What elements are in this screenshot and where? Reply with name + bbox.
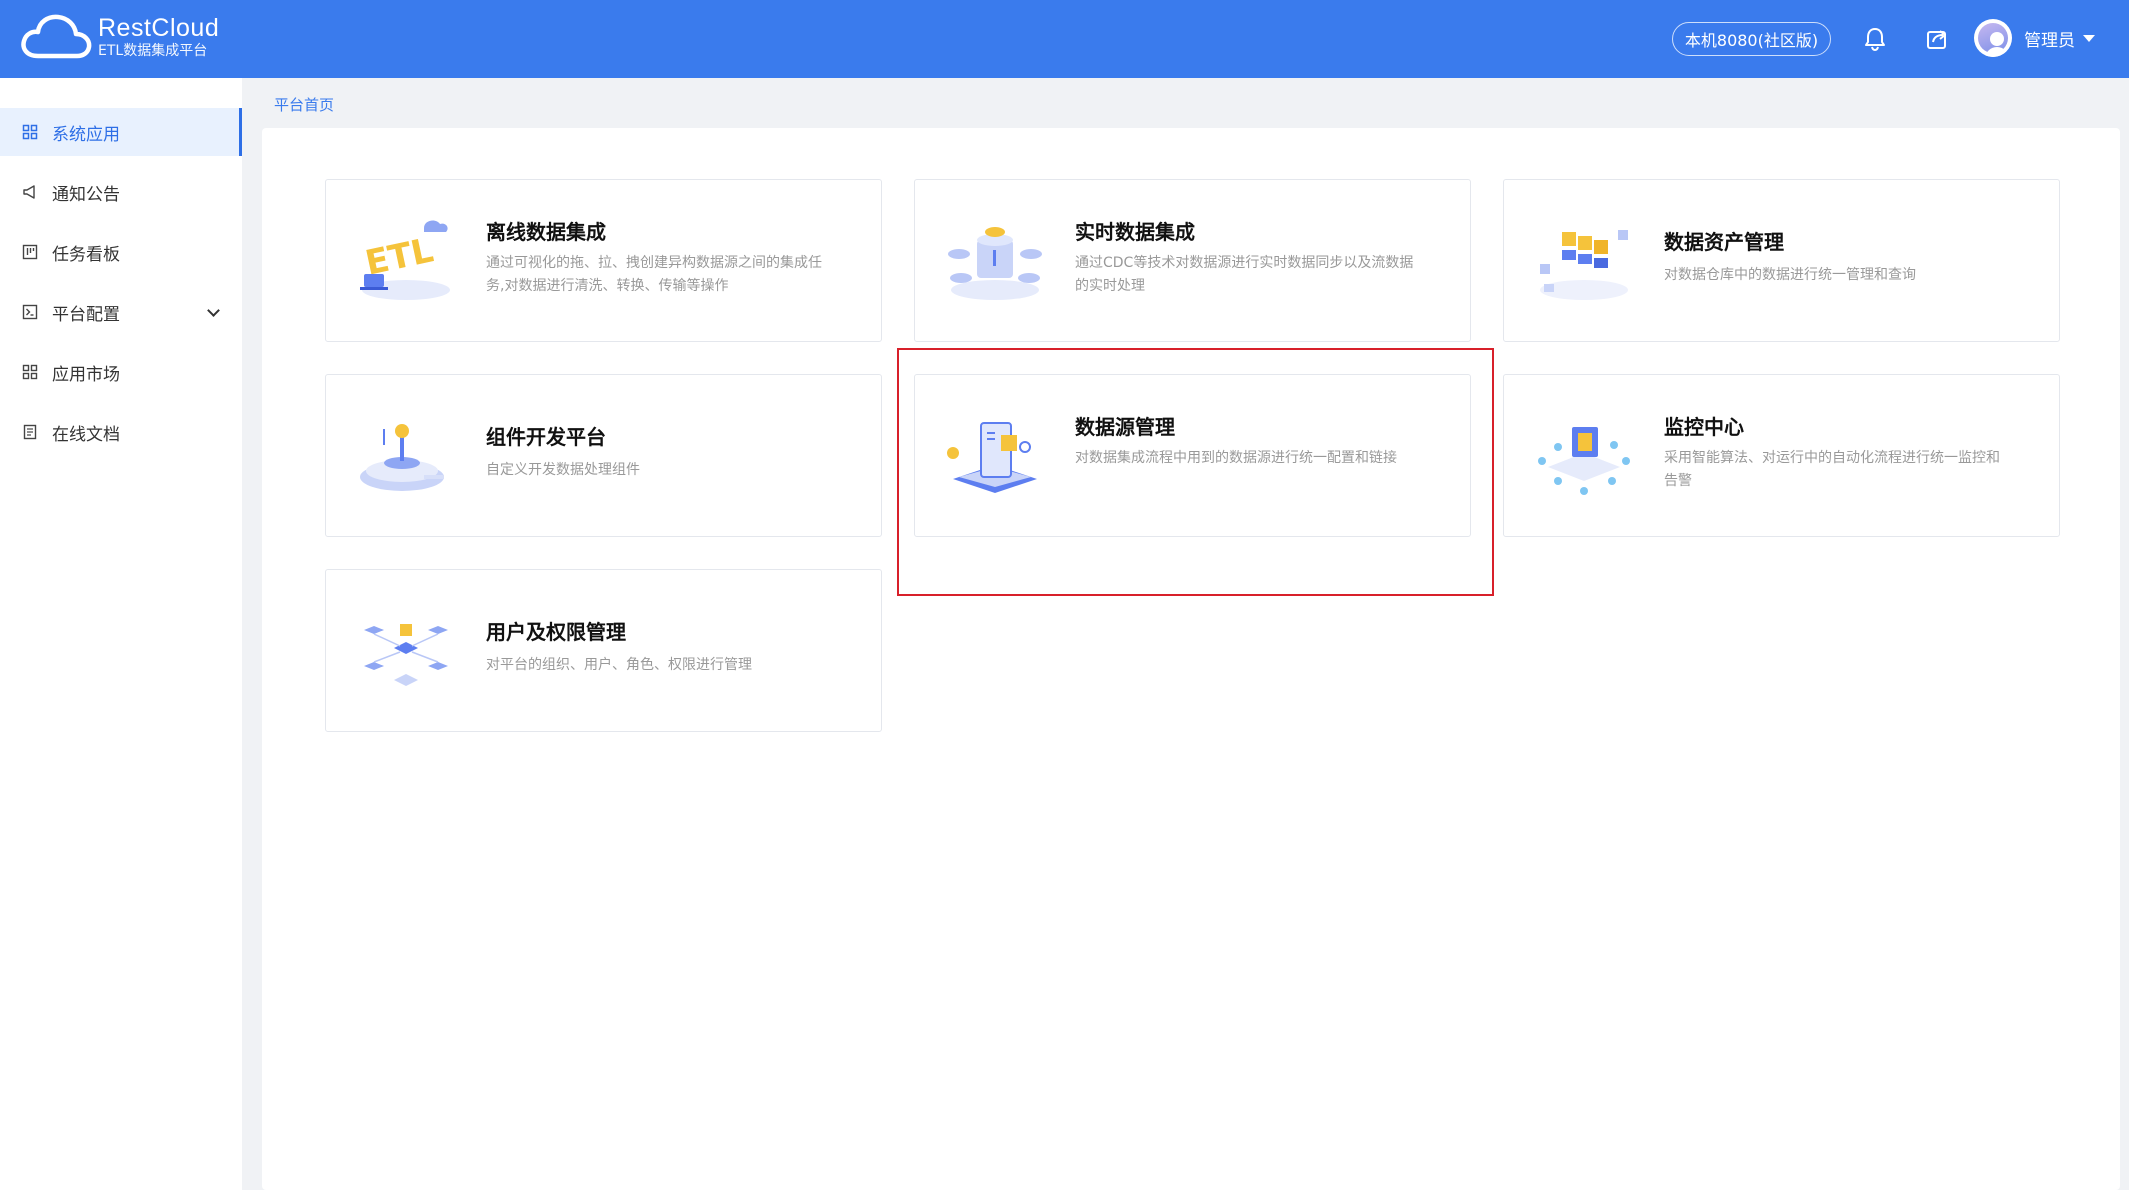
logo-title: RestCloud — [98, 14, 220, 42]
cloud-logo-icon — [21, 14, 92, 59]
sidebar-item-label: 在线文档 — [52, 424, 120, 445]
top-header: RestCloud ETL数据集成平台 本机8080(社区版) 管理员 — [0, 0, 2129, 78]
monitoring-icon — [1538, 427, 1630, 495]
sidebar-item-label: 平台配置 — [52, 304, 120, 325]
card-title: 离线数据集成 — [486, 220, 606, 244]
card-data-asset-management[interactable]: 数据资产管理 对数据仓库中的数据进行统一管理和查询 — [1503, 179, 2060, 342]
sidebar-item-app-market[interactable]: 应用市场 — [0, 348, 242, 396]
card-monitoring-center[interactable]: 监控中心 采用智能算法、对运行中的自动化流程进行统一监控和告警 — [1503, 374, 2060, 537]
bell-icon[interactable] — [1860, 24, 1890, 54]
card-description: 对数据仓库中的数据进行统一管理和查询 — [1664, 267, 1916, 283]
logo[interactable]: RestCloud ETL数据集成平台 — [20, 12, 219, 62]
card-offline-integration[interactable]: ETL 离线数据集成 通过可视化的拖、拉、拽创建异构数据源之间的集成任务,对数据… — [325, 179, 882, 342]
sidebar-item-label: 任务看板 — [52, 244, 120, 265]
sidebar-item-label: 通知公告 — [52, 184, 120, 205]
breadcrumb[interactable]: 平台首页 — [274, 94, 334, 115]
grid-icon — [22, 124, 38, 140]
avatar[interactable] — [1974, 19, 2012, 57]
sidebar: 系统应用 通知公告 任务看板 平台配置 应用市场 在线文档 — [0, 78, 242, 1190]
data-blocks-icon — [1540, 230, 1628, 300]
card-title: 数据资产管理 — [1664, 230, 1784, 254]
card-realtime-integration[interactable]: 实时数据集成 通过CDC等技术对数据源进行实时数据同步以及流数据的实时处理 — [914, 179, 1471, 342]
card-component-dev-platform[interactable]: 组件开发平台 自定义开发数据处理组件 — [325, 374, 882, 537]
card-user-permission-management[interactable]: 用户及权限管理 对平台的组织、用户、角色、权限进行管理 — [325, 569, 882, 732]
sidebar-item-online-docs[interactable]: 在线文档 — [0, 408, 242, 456]
document-icon — [23, 424, 37, 440]
card-description: 通过CDC等技术对数据源进行实时数据同步以及流数据的实时处理 — [1075, 255, 1414, 294]
card-title: 用户及权限管理 — [486, 620, 626, 644]
grid-icon — [22, 364, 38, 380]
card-title: 监控中心 — [1664, 415, 1744, 439]
logo-subtitle: ETL数据集成平台 — [98, 43, 208, 59]
etl-illustration-icon: ETL — [360, 220, 450, 300]
component-platform-icon — [360, 424, 444, 491]
megaphone-icon — [23, 185, 35, 199]
kanban-icon — [22, 244, 38, 260]
card-title: 实时数据集成 — [1075, 220, 1195, 244]
share-icon[interactable] — [1922, 24, 1952, 54]
sidebar-item-system-apps[interactable]: 系统应用 — [0, 108, 242, 156]
card-description: 通过可视化的拖、拉、拽创建异构数据源之间的集成任务,对数据进行清洗、转换、传输等… — [486, 255, 822, 294]
card-description: 对平台的组织、用户、角色、权限进行管理 — [486, 657, 752, 673]
card-title: 组件开发平台 — [486, 425, 606, 449]
sidebar-item-notices[interactable]: 通知公告 — [0, 168, 242, 216]
sidebar-item-label: 系统应用 — [52, 124, 120, 145]
chevron-down-icon[interactable] — [207, 304, 220, 317]
server-selector[interactable]: 本机8080(社区版) — [1672, 22, 1831, 56]
user-name[interactable]: 管理员 — [2024, 26, 2075, 51]
sidebar-item-platform-config[interactable]: 平台配置 — [0, 288, 242, 336]
caret-down-icon[interactable] — [2083, 35, 2095, 42]
card-description: 采用智能算法、对运行中的自动化流程进行统一监控和告警 — [1664, 450, 2000, 489]
highlight-box — [897, 348, 1494, 596]
terminal-icon — [22, 304, 38, 320]
user-network-icon — [364, 624, 448, 686]
sidebar-item-task-board[interactable]: 任务看板 — [0, 228, 242, 276]
database-cluster-icon — [948, 227, 1042, 300]
sidebar-item-label: 应用市场 — [52, 364, 120, 385]
card-description: 自定义开发数据处理组件 — [486, 462, 640, 478]
